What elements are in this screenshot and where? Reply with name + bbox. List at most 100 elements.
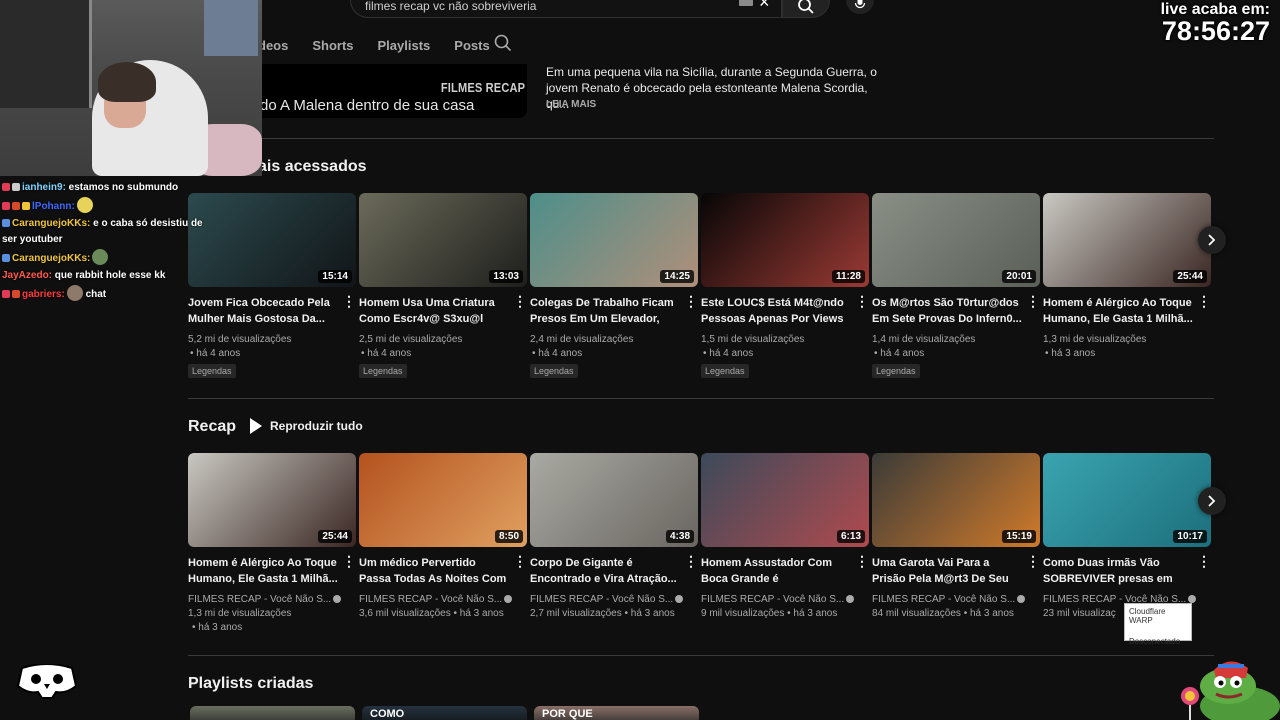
search-input[interactable]: filmes recap vc não sobreviveria	[365, 0, 536, 13]
video-channel[interactable]: FILMES RECAP - Você Não S...	[359, 593, 529, 607]
video-title[interactable]: Uma Garota Vai Para a Prisão Pela M@rt3 …	[872, 555, 1022, 587]
video-thumbnail[interactable]: 8:50	[359, 453, 527, 547]
video-thumbnail[interactable]: 20:01	[872, 193, 1040, 287]
video-duration: 25:44	[318, 530, 352, 543]
channel-name[interactable]: FILMES RECAP - Você Não S...	[359, 594, 502, 605]
stream-chat: ianhein9: estamos no submundo lPohann: Car…	[2, 180, 212, 304]
clear-search-icon[interactable]: ×	[759, 0, 770, 11]
video-card[interactable]: 25:44 Homem é Alérgico Ao Toque Humano, E…	[188, 453, 356, 633]
video-views: 1,5 mi de visualizações	[701, 334, 805, 345]
chat-emote-icon	[76, 197, 93, 213]
featured-description: Em uma pequena vila na Sicília, durante …	[546, 65, 877, 111]
video-card[interactable]: 13:03 Homem Usa Uma Criatura Como Escr4v@…	[359, 193, 527, 378]
tab-shorts[interactable]: Shorts	[312, 38, 353, 53]
video-title[interactable]: Os M@rtos São T0rtur@dos Em Sete Provas …	[872, 295, 1022, 327]
recap-next-button[interactable]	[1198, 487, 1226, 515]
tab-videos[interactable]: deos	[258, 38, 288, 53]
video-thumbnail[interactable]: 15:19	[872, 453, 1040, 547]
channel-name[interactable]: FILMES RECAP - Você Não S...	[530, 594, 673, 605]
video-card[interactable]: 25:44 Homem é Alérgico Ao Toque Humano, E…	[1043, 193, 1211, 359]
featured-video-thumbnail[interactable]: FILMES RECAP do A Malena dentro de sua c…	[228, 64, 527, 118]
video-age: • há 3 anos	[192, 622, 243, 633]
playlist-thumbnail[interactable]: POR QUE	[534, 706, 699, 720]
video-card[interactable]: 6:13 Homem Assustador Com Boca Grande é E…	[701, 453, 869, 619]
video-duration: 15:14	[318, 270, 352, 283]
more-options-icon[interactable]: ⋮	[684, 554, 698, 568]
channel-name[interactable]: FILMES RECAP - Você Não S...	[872, 594, 1015, 605]
verified-icon	[1188, 595, 1197, 603]
video-thumbnail[interactable]: 10:17	[1043, 453, 1211, 547]
popular-next-button[interactable]	[1198, 226, 1226, 254]
more-options-icon[interactable]: ⋮	[855, 294, 869, 308]
more-options-icon[interactable]: ⋮	[513, 294, 527, 308]
more-options-icon[interactable]: ⋮	[342, 294, 356, 308]
more-options-icon[interactable]: ⋮	[1026, 294, 1040, 308]
more-options-icon[interactable]: ⋮	[1026, 554, 1040, 568]
play-icon	[250, 418, 262, 434]
keyboard-icon[interactable]	[739, 0, 753, 6]
video-thumbnail[interactable]: 6:13	[701, 453, 869, 547]
video-title[interactable]: Como Duas irmãs Vão SOBREVIVER presas em…	[1043, 555, 1193, 587]
more-options-icon[interactable]: ⋮	[684, 294, 698, 308]
tab-playlists[interactable]: Playlists	[378, 38, 431, 53]
search-box[interactable]: filmes recap vc não sobreviveria ×	[350, 0, 782, 18]
playlist-thumbnail[interactable]	[190, 706, 355, 720]
video-title[interactable]: Este LOUC$ Está M4t@ndo Pessoas Apenas P…	[701, 295, 851, 327]
playlist-thumbnail[interactable]: COMO	[362, 706, 527, 720]
channel-name[interactable]: FILMES RECAP - Você Não S...	[701, 594, 844, 605]
subtitles-badge: Legendas	[188, 364, 236, 378]
more-options-icon[interactable]: ⋮	[342, 554, 356, 568]
video-thumbnail[interactable]: 13:03	[359, 193, 527, 287]
video-thumbnail[interactable]: 25:44	[1043, 193, 1211, 287]
video-channel[interactable]: FILMES RECAP - Você Não S...	[872, 593, 1042, 607]
featured-caption: do A Malena dentro de sua casa	[260, 97, 475, 114]
subtitles-badge: Legendas	[530, 364, 578, 378]
more-options-icon[interactable]: ⋮	[1197, 294, 1211, 308]
video-channel[interactable]: FILMES RECAP - Você Não S...	[188, 593, 358, 607]
video-title[interactable]: Um médico Pervertido Passa Todas As Noit…	[359, 555, 509, 587]
chevron-right-icon	[1208, 495, 1216, 507]
chat-badge-icon	[22, 202, 30, 210]
video-channel[interactable]: FILMES RECAP - Você Não S...	[701, 593, 871, 607]
webcam-hair	[98, 62, 156, 102]
more-options-icon[interactable]: ⋮	[855, 554, 869, 568]
video-card[interactable]: 4:38 Corpo De Gigante é Encontrado e Vira…	[530, 453, 698, 619]
video-card[interactable]: 10:17 Como Duas irmãs Vão SOBREVIVER pres…	[1043, 453, 1211, 619]
video-title[interactable]: Homem Assustador Com Boca Grande é Encon…	[701, 555, 851, 587]
video-card[interactable]: 11:28 Este LOUC$ Está M4t@ndo Pessoas Ape…	[701, 193, 869, 378]
video-thumbnail[interactable]: 25:44	[188, 453, 356, 547]
video-card[interactable]: 14:25 Colegas De Trabalho Ficam Presos Em…	[530, 193, 698, 378]
search-button[interactable]	[782, 0, 830, 18]
video-channel[interactable]: FILMES RECAP - Você Não S...	[530, 593, 700, 607]
divider	[188, 138, 1214, 139]
video-card[interactable]: 20:01 Os M@rtos São T0rtur@dos Em Sete Pr…	[872, 193, 1040, 378]
voice-search-button[interactable]	[846, 0, 874, 14]
video-thumbnail[interactable]: 15:14	[188, 193, 356, 287]
cloudflare-tooltip: Cloudflare WARP Desconectado	[1124, 603, 1192, 646]
video-thumbnail[interactable]: 11:28	[701, 193, 869, 287]
video-card[interactable]: 8:50 Um médico Pervertido Passa Todas As …	[359, 453, 527, 619]
video-title[interactable]: Corpo De Gigante é Encontrado e Vira Atr…	[530, 555, 680, 587]
video-title[interactable]: Homem é Alérgico Ao Toque Humano, Ele Ga…	[1043, 295, 1193, 327]
video-age: • há 3 anos	[1045, 348, 1096, 359]
video-duration: 10:17	[1173, 530, 1207, 543]
video-title[interactable]: Homem é Alérgico Ao Toque Humano, Ele Ga…	[188, 555, 338, 587]
video-card[interactable]: 15:14 Jovem Fica Obcecado Pela Mulher Mai…	[188, 193, 356, 378]
video-title[interactable]: Colegas De Trabalho Ficam Presos Em Um E…	[530, 295, 680, 327]
webcam-shelf	[0, 0, 92, 108]
featured-watermark: FILMES RECAP	[440, 80, 525, 95]
read-more-link[interactable]: LEIA MAIS	[546, 99, 596, 110]
more-options-icon[interactable]: ⋮	[513, 554, 527, 568]
tooltip-line-2: Desconectado	[1129, 637, 1181, 646]
channel-search-icon[interactable]	[494, 34, 512, 52]
more-options-icon[interactable]: ⋮	[1197, 554, 1211, 568]
video-card[interactable]: 15:19 Uma Garota Vai Para a Prisão Pela M…	[872, 453, 1040, 619]
tab-posts[interactable]: Posts	[454, 38, 489, 53]
video-thumbnail[interactable]: 14:25	[530, 193, 698, 287]
video-thumbnail[interactable]: 4:38	[530, 453, 698, 547]
video-title[interactable]: Homem Usa Uma Criatura Como Escr4v@ S3xu…	[359, 295, 509, 327]
play-all-button[interactable]: Reproduzir tudo	[250, 418, 363, 434]
chevron-right-icon	[1208, 234, 1216, 246]
chat-badge-icon	[12, 183, 20, 191]
channel-name[interactable]: FILMES RECAP - Você Não S...	[188, 594, 331, 605]
